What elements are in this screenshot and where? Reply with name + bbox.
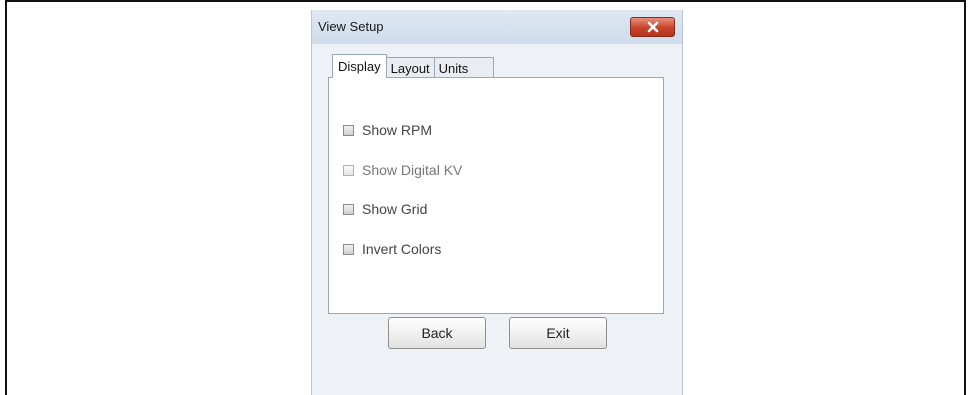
- back-button[interactable]: Back: [388, 317, 486, 349]
- invert-colors-label: Invert Colors: [362, 241, 442, 257]
- exit-button[interactable]: Exit: [509, 317, 607, 349]
- tab-units-label: Units: [438, 60, 469, 76]
- view-setup-dialog: View Setup Display Layout Units Show RPM…: [311, 10, 683, 395]
- show-grid-option[interactable]: Show Grid: [343, 201, 427, 217]
- close-button[interactable]: [630, 17, 675, 37]
- show-grid-checkbox[interactable]: [343, 203, 354, 215]
- show-digital-kv-checkbox: [343, 164, 354, 176]
- invert-colors-checkbox[interactable]: [343, 243, 354, 255]
- tab-display[interactable]: Display: [332, 54, 387, 78]
- close-icon: [647, 21, 658, 33]
- show-rpm-label: Show RPM: [362, 122, 433, 138]
- show-digital-kv-label: Show Digital KV: [362, 162, 463, 178]
- tab-layout-label: Layout: [390, 60, 430, 76]
- show-digital-kv-option: Show Digital KV: [343, 162, 462, 178]
- tab-layout[interactable]: Layout: [385, 57, 435, 78]
- tab-units[interactable]: Units: [433, 57, 494, 78]
- tab-strip: Display Layout Units: [332, 54, 494, 78]
- show-rpm-option[interactable]: Show RPM: [343, 122, 432, 138]
- display-tab-panel: Show RPM Show Digital KV Show Grid Inver…: [328, 77, 664, 314]
- invert-colors-option[interactable]: Invert Colors: [343, 241, 441, 257]
- title-bar: View Setup: [312, 10, 682, 44]
- window-title: View Setup: [318, 19, 384, 34]
- show-grid-label: Show Grid: [362, 201, 428, 217]
- show-rpm-checkbox[interactable]: [343, 124, 354, 136]
- tab-display-label: Display: [338, 59, 381, 74]
